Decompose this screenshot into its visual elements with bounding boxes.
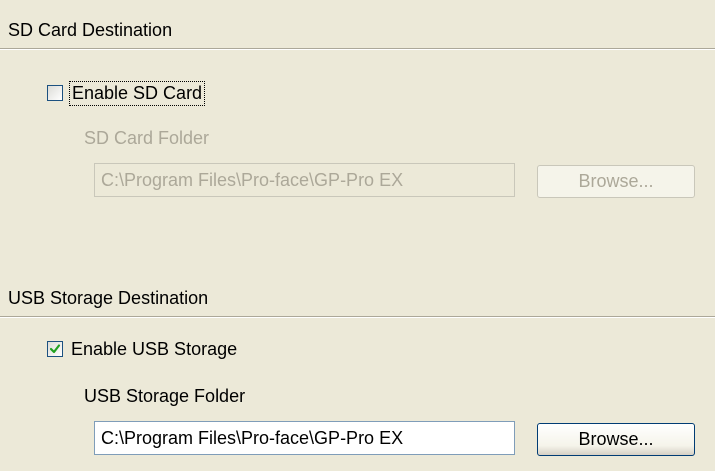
sd-card-section-title: SD Card Destination [8, 20, 173, 40]
enable-sd-card-label[interactable]: Enable SD Card [68, 80, 206, 106]
usb-storage-browse-button[interactable]: Browse... [537, 423, 695, 456]
enable-sd-card-checkbox[interactable] [47, 85, 63, 101]
sd-card-section-divider [0, 48, 715, 50]
sd-card-section-header: SD Card Destination [0, 0, 715, 50]
sd-card-browse-button[interactable]: Browse... [537, 165, 695, 198]
usb-storage-folder-input[interactable] [94, 421, 515, 455]
usb-storage-section-divider [0, 316, 715, 318]
enable-usb-storage-checkbox-row[interactable]: Enable USB Storage [47, 336, 237, 362]
usb-storage-section-title: USB Storage Destination [8, 288, 209, 308]
enable-usb-storage-label[interactable]: Enable USB Storage [71, 339, 237, 360]
sd-card-folder-input[interactable] [94, 163, 515, 197]
usb-storage-section-header: USB Storage Destination [0, 268, 715, 318]
enable-sd-card-checkbox-row[interactable]: Enable SD Card [47, 80, 206, 106]
usb-storage-folder-label: USB Storage Folder [84, 386, 246, 406]
checkmark-icon [49, 344, 61, 354]
destination-settings-panel: SD Card Destination Enable SD Card SD Ca… [0, 0, 715, 471]
enable-usb-storage-checkbox[interactable] [47, 341, 63, 357]
sd-card-folder-label: SD Card Folder [84, 128, 210, 148]
